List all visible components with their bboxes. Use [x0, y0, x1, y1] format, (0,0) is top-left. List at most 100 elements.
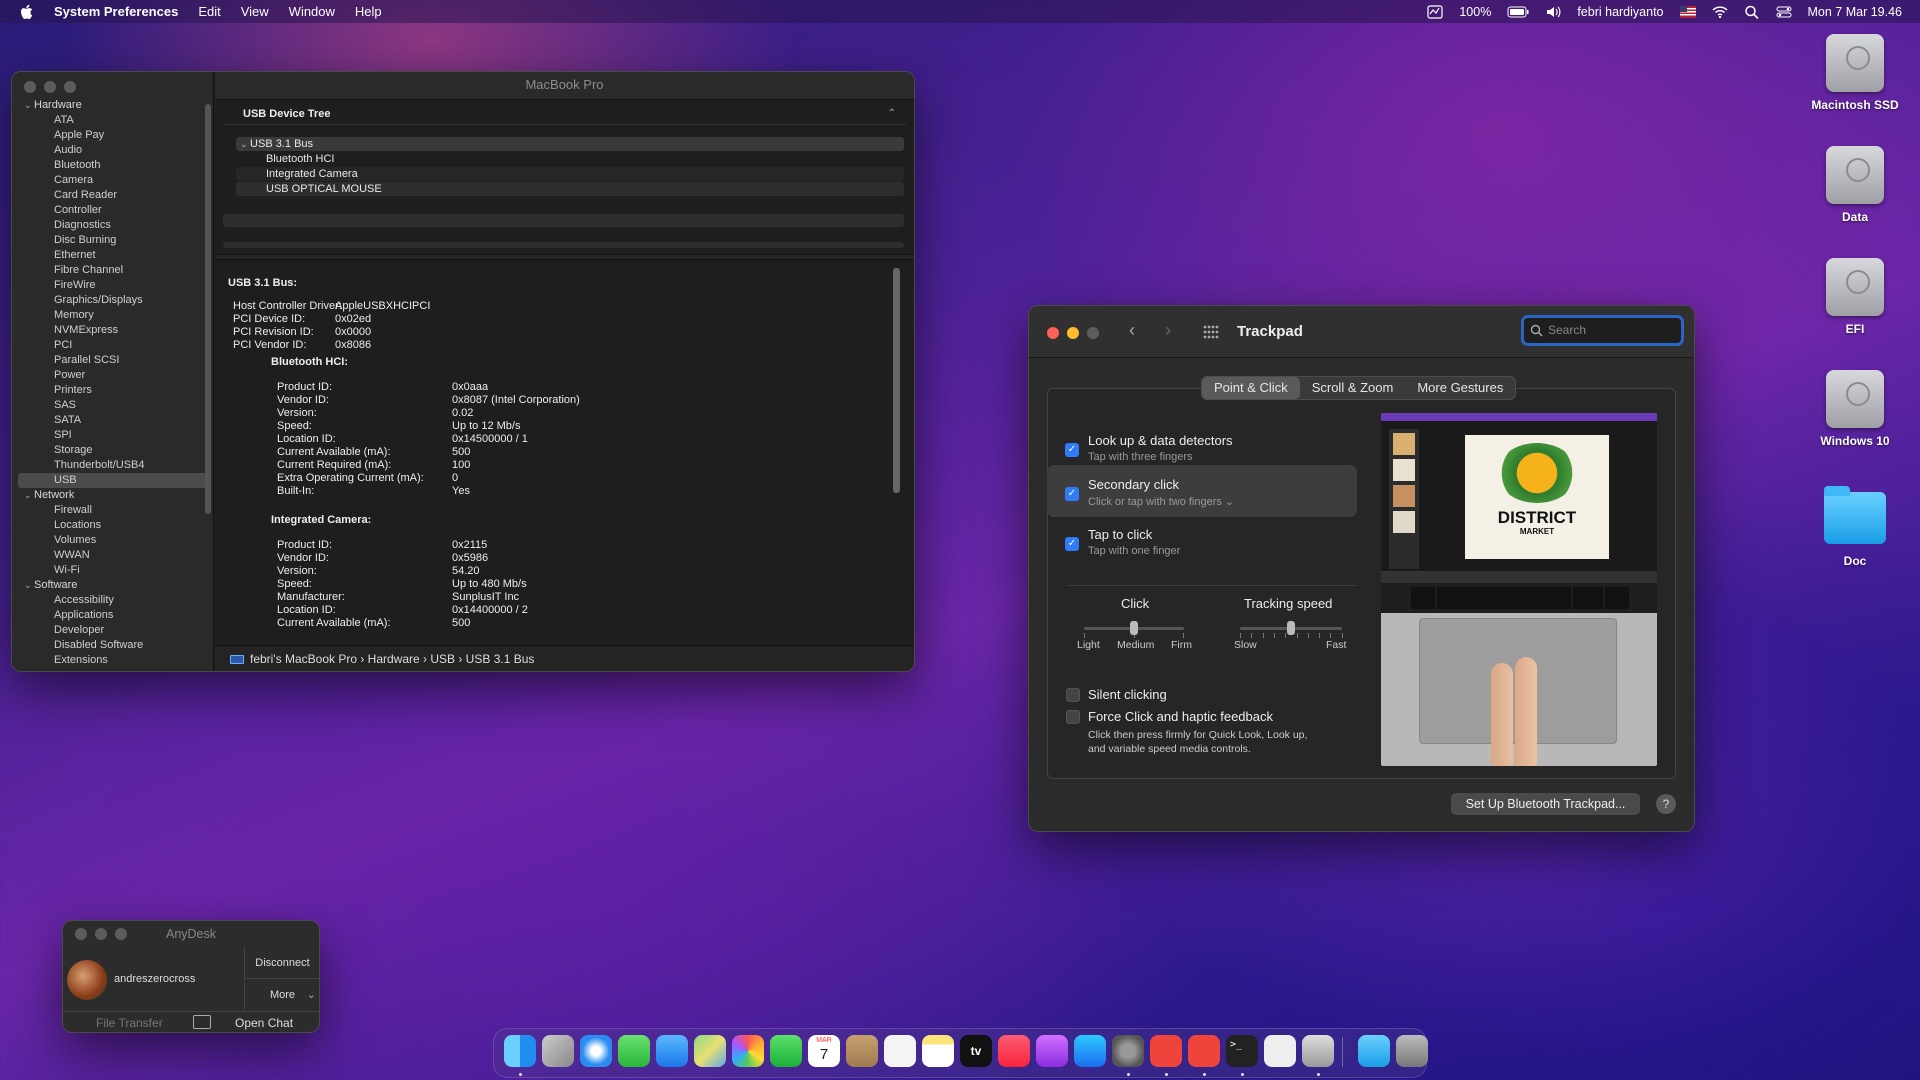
sidebar-item[interactable]: Printers [12, 383, 213, 398]
menu-help[interactable]: Help [355, 4, 382, 19]
checkbox-force-click[interactable] [1066, 710, 1080, 724]
battery-icon[interactable] [1507, 5, 1529, 19]
menu-view[interactable]: View [241, 4, 269, 19]
app-store-icon[interactable] [1074, 1035, 1106, 1067]
menu-edit[interactable]: Edit [198, 4, 220, 19]
forward-chevron-icon[interactable]: › [1165, 320, 1171, 341]
tab-scroll-zoom[interactable]: Scroll & Zoom [1300, 377, 1406, 399]
menu-app-name[interactable]: System Preferences [54, 4, 178, 19]
sidebar-item[interactable]: Memory [12, 308, 213, 323]
maps-icon[interactable] [694, 1035, 726, 1067]
search-field[interactable]: Search [1521, 315, 1684, 346]
sidebar-item[interactable]: WWAN [12, 548, 213, 563]
finder-icon[interactable] [504, 1035, 536, 1067]
messages-icon[interactable] [618, 1035, 650, 1067]
sidebar-item[interactable]: NVMExpress [12, 323, 213, 338]
contacts-icon[interactable] [846, 1035, 878, 1067]
preview-icon[interactable] [1302, 1035, 1334, 1067]
mail-icon[interactable] [656, 1035, 688, 1067]
anydesk-icon[interactable] [1150, 1035, 1182, 1067]
sidebar-item[interactable]: Thunderbolt/USB4 [12, 458, 213, 473]
option-secondary-click[interactable]: ✓ Secondary click Click or tap with two … [1047, 465, 1357, 517]
desktop-icon-macintosh-ssd[interactable]: Macintosh SSD [1805, 34, 1905, 112]
textedit-icon[interactable] [1264, 1035, 1296, 1067]
system-preferences-icon[interactable] [1112, 1035, 1144, 1067]
user-name[interactable]: febri hardiyanto [1577, 5, 1663, 19]
sidebar-item[interactable]: Accessibility [12, 593, 213, 608]
sidebar-item[interactable]: SATA [12, 413, 213, 428]
volume-icon[interactable] [1545, 5, 1561, 19]
checkbox-silent-clicking[interactable] [1066, 688, 1080, 702]
sidebar-item[interactable]: Card Reader [12, 188, 213, 203]
sidebar-item[interactable]: Wi-Fi [12, 563, 213, 578]
us-flag-icon[interactable] [1679, 5, 1696, 19]
activity-monitor-icon[interactable] [1427, 4, 1443, 19]
minimize-button[interactable] [1067, 327, 1079, 339]
sidebar-item[interactable]: Graphics/Displays [12, 293, 213, 308]
silent-clicking-label[interactable]: Silent clicking [1088, 687, 1167, 702]
grid-icon[interactable] [1203, 325, 1219, 339]
wifi-icon[interactable] [1711, 5, 1728, 19]
facetime-icon[interactable] [770, 1035, 802, 1067]
sidebar-item[interactable]: Power [12, 368, 213, 383]
sidebar-item[interactable]: Parallel SCSI [12, 353, 213, 368]
sidebar-item[interactable]: SPI [12, 428, 213, 443]
detail-scrollbar[interactable] [893, 268, 900, 493]
more-button[interactable]: More ⌄ [244, 979, 319, 1011]
open-chat-button[interactable]: Open Chat [235, 1016, 293, 1030]
apple-icon[interactable] [20, 4, 34, 20]
tree-row-bus[interactable]: ⌄ USB 3.1 Bus [236, 137, 904, 151]
disconnect-button[interactable]: Disconnect [244, 947, 319, 979]
sidebar-item[interactable]: FireWire [12, 278, 213, 293]
chat-icon[interactable] [193, 1015, 211, 1029]
option-tap-to-click[interactable]: ✓ Tap to click Tap with one finger [1047, 515, 1357, 567]
sidebar-item[interactable]: Volumes [12, 533, 213, 548]
option-subtitle[interactable]: Click or tap with two fingers ⌄ [1088, 495, 1234, 508]
reminders-icon[interactable] [884, 1035, 916, 1067]
help-button[interactable]: ? [1656, 794, 1676, 814]
zoom-button[interactable] [1087, 327, 1099, 339]
spotlight-search-icon[interactable] [1744, 5, 1760, 19]
checkbox-secondary-click[interactable]: ✓ [1065, 487, 1079, 501]
downloads-folder-icon[interactable] [1358, 1035, 1390, 1067]
terminal-icon[interactable]: >_ [1226, 1035, 1258, 1067]
sidebar-item[interactable]: Diagnostics [12, 218, 213, 233]
close-button[interactable] [24, 81, 36, 93]
launchpad-icon[interactable] [542, 1035, 574, 1067]
tracking-slider-knob[interactable] [1287, 621, 1295, 635]
disclosure-icon[interactable]: ⌄ [24, 98, 34, 113]
sidebar-item[interactable]: Applications [12, 608, 213, 623]
click-slider-knob[interactable] [1130, 621, 1138, 635]
sidebar-item[interactable]: SAS [12, 398, 213, 413]
disclosure-icon[interactable]: ⌄ [24, 488, 34, 503]
close-button[interactable] [1047, 327, 1059, 339]
tree-header[interactable]: USB Device Tree ⌃ [223, 103, 906, 125]
sidebar-item[interactable]: PCI [12, 338, 213, 353]
apple-tv-icon[interactable]: tv [960, 1035, 992, 1067]
sidebar-item[interactable]: Disabled Software [12, 638, 213, 653]
sidebar-item[interactable]: Storage [12, 443, 213, 458]
trash-icon[interactable] [1396, 1035, 1428, 1067]
sidebar-item[interactable]: Developer [12, 623, 213, 638]
setup-bluetooth-trackpad-button[interactable]: Set Up Bluetooth Trackpad... [1451, 793, 1640, 815]
chevron-down-icon[interactable]: ⌄ [240, 139, 250, 149]
notes-icon[interactable] [922, 1035, 954, 1067]
sidebar-item[interactable]: Bluetooth [12, 158, 213, 173]
sidebar-item[interactable]: Camera [12, 173, 213, 188]
music-icon[interactable] [998, 1035, 1030, 1067]
menu-window[interactable]: Window [289, 4, 335, 19]
chevron-up-icon[interactable]: ⌃ [888, 103, 896, 125]
sidebar-group[interactable]: ⌄ Hardware [12, 98, 213, 113]
sidebar-item[interactable]: ATA [12, 113, 213, 128]
disclosure-icon[interactable]: ⌄ [24, 578, 34, 593]
sidebar-item[interactable]: Locations [12, 518, 213, 533]
podcasts-icon[interactable] [1036, 1035, 1068, 1067]
desktop-icon-windows-10[interactable]: Windows 10 [1805, 370, 1905, 448]
zoom-button[interactable] [64, 81, 76, 93]
clock[interactable]: Mon 7 Mar 19.46 [1808, 5, 1903, 19]
minimize-button[interactable] [44, 81, 56, 93]
sidebar-item[interactable]: USB [18, 473, 207, 488]
sidebar-item[interactable]: Controller [12, 203, 213, 218]
desktop-icon-efi[interactable]: EFI [1805, 258, 1905, 336]
desktop-icon-data[interactable]: Data [1805, 146, 1905, 224]
